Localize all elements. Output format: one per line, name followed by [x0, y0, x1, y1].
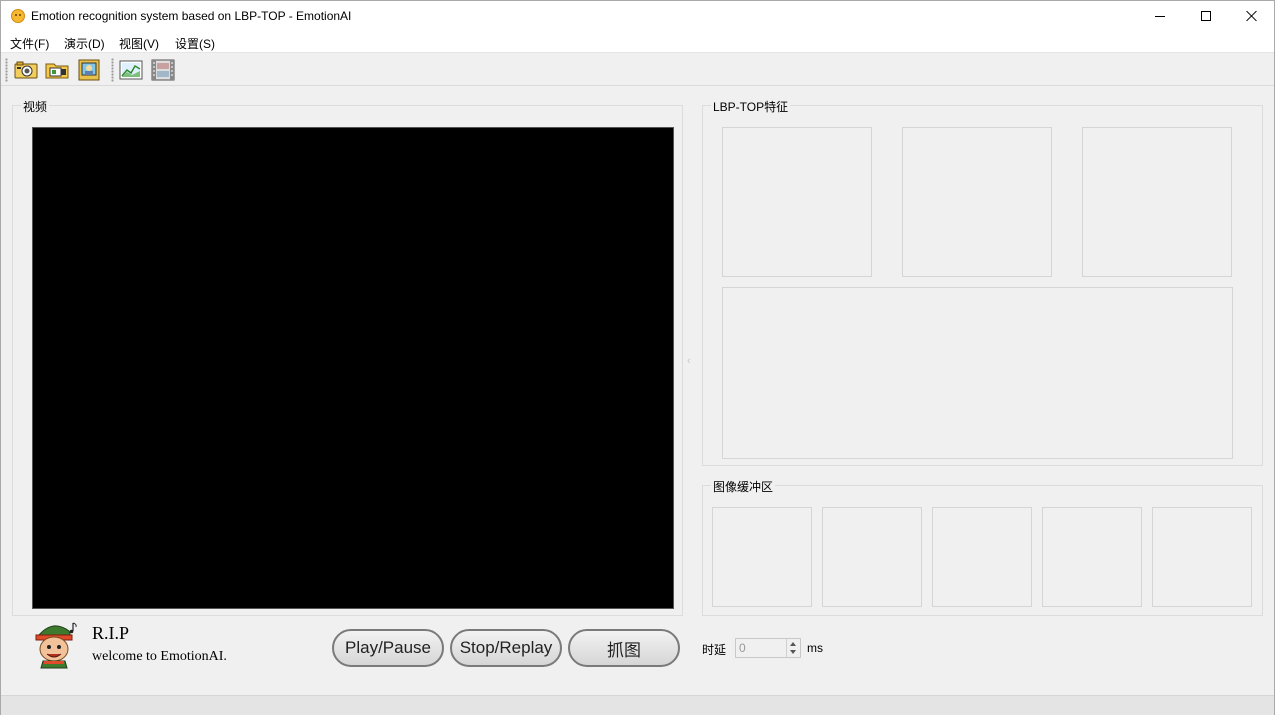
film-strip-button[interactable]: [150, 58, 176, 82]
delay-unit-label: ms: [807, 641, 823, 655]
spin-up-icon[interactable]: [790, 642, 796, 646]
menu-bar: 文件(F) 演示(D) 视图(V) 设置(S): [1, 31, 1274, 53]
image-buffer-group-title: 图像缓冲区: [711, 478, 776, 495]
toolbar-separator: [111, 58, 114, 82]
maximize-button[interactable]: [1183, 1, 1229, 31]
minimize-icon: [1155, 15, 1165, 17]
picture-frame-button[interactable]: [76, 58, 102, 82]
close-button[interactable]: [1229, 1, 1275, 31]
buffer-frame-1: [712, 507, 812, 607]
spin-down-icon[interactable]: [790, 650, 796, 654]
camera-icon: [14, 61, 38, 79]
buffer-frame-3: [932, 507, 1032, 607]
close-icon: [1246, 10, 1258, 22]
lbp-yt-plane-view: [1082, 127, 1232, 277]
minimize-button[interactable]: [1137, 1, 1183, 31]
delay-spinbox[interactable]: [735, 638, 801, 658]
delay-input[interactable]: [736, 639, 786, 657]
splitter-arrow-icon[interactable]: ‹: [687, 355, 691, 367]
lbp-top-group-title: LBP-TOP特征: [711, 98, 791, 115]
toolbar: [1, 54, 1274, 86]
film-strip-icon: [151, 59, 175, 81]
buffer-frame-4: [1042, 507, 1142, 607]
video-display[interactable]: [32, 127, 674, 609]
capture-button[interactable]: 抓图: [568, 629, 680, 667]
open-folder-button[interactable]: [44, 58, 70, 82]
lbp-xy-plane-view: [722, 127, 872, 277]
image-chart-button[interactable]: [118, 58, 144, 82]
buffer-frame-2: [822, 507, 922, 607]
app-window: Emotion recognition system based on LBP-…: [0, 0, 1275, 715]
buffer-frame-5: [1152, 507, 1252, 607]
video-group-title: 视频: [21, 98, 50, 115]
image-chart-icon: [119, 60, 143, 80]
title-bar: Emotion recognition system based on LBP-…: [1, 1, 1274, 31]
stop-replay-button[interactable]: Stop/Replay: [450, 629, 562, 667]
menu-settings[interactable]: 设置(S): [175, 35, 215, 52]
toolbar-grip[interactable]: [5, 58, 8, 82]
menu-file[interactable]: 文件(F): [10, 35, 49, 52]
camera-button[interactable]: [13, 58, 39, 82]
lbp-histogram-view: [722, 287, 1233, 459]
status-bar: [1, 695, 1274, 715]
play-pause-button[interactable]: Play/Pause: [332, 629, 444, 667]
lbp-xt-plane-view: [902, 127, 1052, 277]
menu-demo[interactable]: 演示(D): [64, 35, 105, 52]
delay-label: 时延: [702, 643, 727, 657]
maximize-icon: [1201, 11, 1211, 21]
app-icon: [11, 9, 25, 23]
footer-subtitle: welcome to EmotionAI.: [92, 649, 227, 664]
open-folder-icon: [45, 63, 69, 79]
menu-view[interactable]: 视图(V): [119, 35, 159, 52]
footer-title: R.I.P: [92, 623, 130, 643]
mascot-icon: [35, 622, 77, 669]
picture-frame-icon: [78, 59, 100, 81]
window-title: Emotion recognition system based on LBP-…: [31, 9, 352, 23]
delay-spin-buttons[interactable]: [786, 639, 800, 657]
